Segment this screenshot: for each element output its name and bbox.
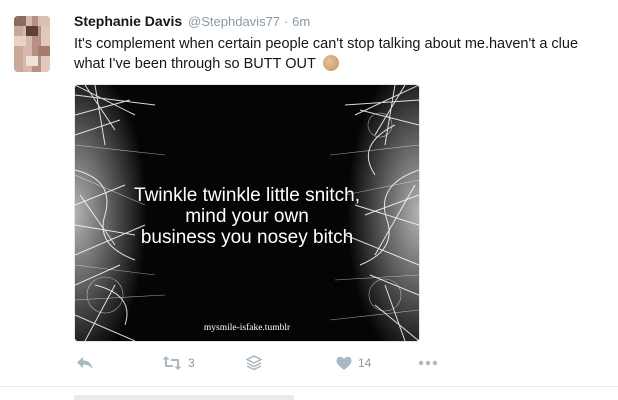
layers-icon xyxy=(246,355,262,371)
more-button[interactable] xyxy=(418,352,438,374)
retweet-icon xyxy=(162,356,182,370)
reply-icon xyxy=(77,357,93,369)
like-button[interactable]: 14 xyxy=(336,352,371,374)
separator-dot: · xyxy=(283,14,289,29)
tweet: Stephanie Davis @Stephdavis77 · 6m It's … xyxy=(0,0,618,400)
clapping-hands-emoji-icon xyxy=(322,55,339,71)
avatar[interactable] xyxy=(14,16,50,72)
tweet-text: It's complement when certain people can'… xyxy=(74,34,594,74)
next-tweet-header-partial xyxy=(74,395,294,400)
more-dots-icon xyxy=(418,360,438,366)
heart-icon xyxy=(336,356,352,370)
like-count: 14 xyxy=(358,356,372,370)
retweet-button[interactable]: 3 xyxy=(162,352,195,374)
buffer-button[interactable] xyxy=(246,352,262,374)
author-name[interactable]: Stephanie Davis xyxy=(74,13,182,29)
tweet-divider xyxy=(0,386,618,387)
tweet-header: Stephanie Davis @Stephdavis77 · 6m xyxy=(74,11,310,32)
tweet-image[interactable]: Twinkle twinkle little snitch, mind your… xyxy=(74,84,420,342)
retweet-count: 3 xyxy=(188,356,195,370)
image-quote-text: Twinkle twinkle little snitch, mind your… xyxy=(134,185,360,248)
reply-button[interactable] xyxy=(76,352,94,374)
tweet-actions: 3 14 xyxy=(74,352,494,374)
image-watermark: mysmile-isfake.tumblr xyxy=(203,323,291,333)
author-handle[interactable]: @Stephdavis77 xyxy=(188,14,280,29)
timestamp[interactable]: 6m xyxy=(292,14,310,29)
